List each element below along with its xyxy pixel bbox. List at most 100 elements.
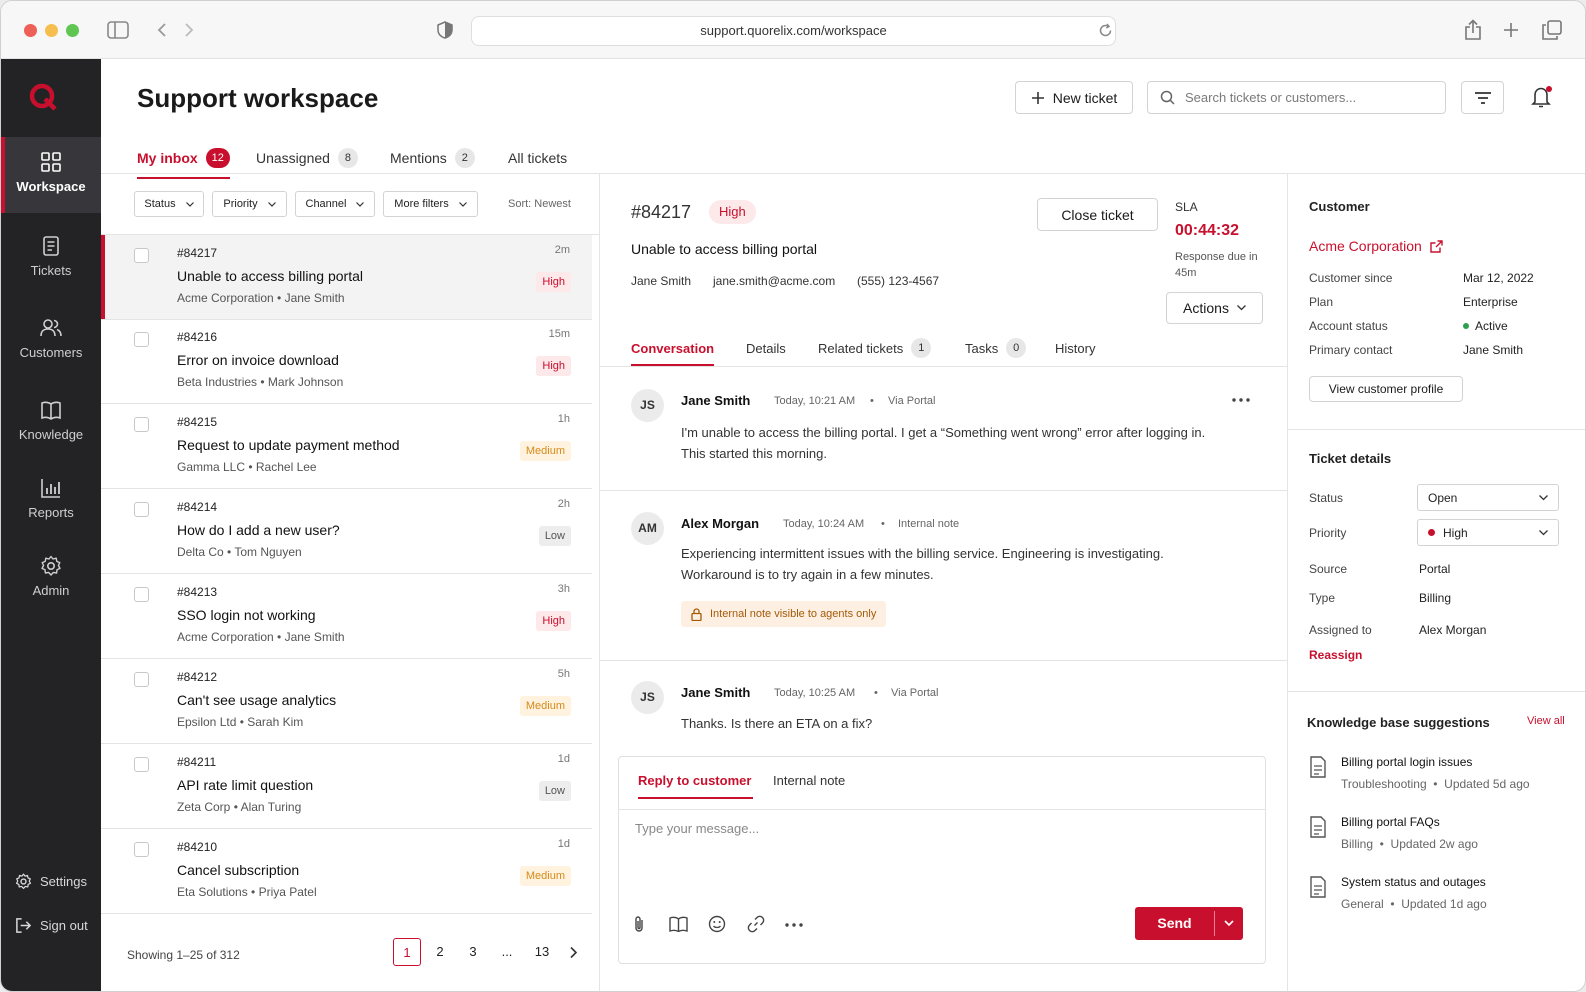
meta-separator: • — [874, 687, 878, 699]
tab-overview-icon[interactable] — [1542, 20, 1562, 40]
view-customer-profile-button[interactable]: View customer profile — [1309, 376, 1463, 402]
url-text: support.quorelix.com/workspace — [700, 23, 887, 38]
ticket-title: Request to update payment method — [177, 437, 400, 453]
tab-history[interactable]: History — [1055, 338, 1095, 358]
sort-selector[interactable]: Sort: Newest — [508, 198, 571, 210]
maximize-window-button[interactable] — [66, 24, 79, 37]
sidebar-item-workspace[interactable]: Workspace — [1, 137, 101, 213]
status-select[interactable]: Open — [1417, 484, 1559, 511]
close-window-button[interactable] — [24, 24, 37, 37]
close-ticket-button[interactable]: Close ticket — [1037, 198, 1158, 231]
tab-related-tickets[interactable]: Related tickets 1 — [818, 338, 932, 358]
ticket-row[interactable]: #84213 SSO login not working Acme Corpor… — [101, 574, 592, 659]
sidebar-item-knowledge[interactable]: Knowledge — [1, 385, 101, 461]
reassign-link[interactable]: Reassign — [1309, 648, 1362, 662]
ticket-row[interactable]: #84216 Error on invoice download Beta In… — [101, 319, 592, 404]
new-tab-icon[interactable] — [1503, 22, 1519, 38]
ticket-checkbox[interactable] — [134, 248, 149, 263]
message-textarea[interactable] — [635, 821, 1245, 881]
ticket-checkbox[interactable] — [134, 757, 149, 772]
ticket-checkbox[interactable] — [134, 587, 149, 602]
address-bar[interactable]: support.quorelix.com/workspace — [471, 16, 1116, 46]
page-3-button[interactable]: 3 — [459, 938, 487, 966]
app-sidebar: Workspace Tickets Customers Knowledge Re… — [1, 59, 101, 991]
document-icon — [43, 236, 59, 256]
more-options-icon[interactable] — [1232, 398, 1250, 402]
tab-mentions[interactable]: Mentions 2 — [390, 145, 475, 171]
ticket-row[interactable]: #84210 Cancel subscription Eta Solutions… — [101, 829, 592, 914]
sidebar-toggle-icon[interactable] — [107, 21, 129, 39]
tab-reply-to-customer[interactable]: Reply to customer — [638, 773, 754, 799]
notifications-button[interactable] — [1531, 85, 1553, 114]
priority-filter-dropdown[interactable]: Priority — [212, 191, 287, 217]
forward-icon[interactable] — [183, 22, 195, 38]
sign-out-link[interactable]: Sign out — [15, 917, 88, 934]
sidebar-item-tickets[interactable]: Tickets — [1, 221, 101, 297]
assignee-value: Alex Morgan — [1419, 623, 1487, 637]
search-box[interactable] — [1147, 81, 1446, 114]
priority-select[interactable]: High — [1417, 519, 1559, 546]
message-time: Today, 10:24 AM — [783, 518, 865, 530]
ticket-row[interactable]: #84212 Can't see usage analytics Epsilon… — [101, 659, 592, 744]
page-1-button[interactable]: 1 — [393, 938, 421, 966]
ticket-checkbox[interactable] — [134, 332, 149, 347]
channel-filter-dropdown[interactable]: Channel — [295, 191, 375, 217]
more-filters-dropdown[interactable]: More filters — [383, 191, 478, 217]
sidebar-item-admin[interactable]: Admin — [1, 541, 101, 617]
sign-out-label: Sign out — [40, 918, 88, 933]
ticket-row[interactable]: #84211 API rate limit question Zeta Corp… — [101, 744, 592, 829]
sidebar-item-customers[interactable]: Customers — [1, 303, 101, 379]
priority-badge: Medium — [519, 696, 571, 716]
page-13-button[interactable]: 13 — [528, 938, 556, 966]
more-tools-icon[interactable] — [785, 923, 803, 927]
ticket-row[interactable]: #84217 Unable to access billing portal A… — [101, 235, 592, 320]
ticket-row[interactable]: #84214 How do I add a new user? Delta Co… — [101, 489, 592, 574]
send-button[interactable]: Send — [1135, 907, 1243, 940]
tab-details[interactable]: Details — [746, 338, 786, 358]
tab-label: All tickets — [508, 150, 568, 166]
tab-all-tickets[interactable]: All tickets — [508, 145, 567, 171]
customer-name-link[interactable]: Acme Corporation — [1309, 238, 1443, 254]
minimize-window-button[interactable] — [45, 24, 58, 37]
tab-tasks[interactable]: Tasks 0 — [965, 338, 1027, 358]
share-icon[interactable] — [1464, 19, 1482, 41]
page-ellipsis: ... — [501, 944, 513, 959]
filter-button[interactable] — [1461, 81, 1504, 114]
tab-internal-note[interactable]: Internal note — [773, 773, 845, 788]
kb-heading: Knowledge base suggestions — [1307, 715, 1490, 730]
ticket-checkbox[interactable] — [134, 842, 149, 857]
link-icon[interactable] — [747, 915, 765, 933]
status-filter-dropdown[interactable]: Status — [134, 191, 204, 217]
tab-unassigned[interactable]: Unassigned 8 — [256, 145, 358, 171]
ticket-time: 5h — [557, 668, 570, 680]
reload-icon[interactable] — [1098, 23, 1113, 38]
field-label: Priority — [1309, 526, 1347, 540]
back-icon[interactable] — [156, 22, 168, 38]
contact-email[interactable]: jane.smith@acme.com — [713, 274, 835, 288]
knowledge-book-icon[interactable] — [669, 916, 688, 932]
ticket-checkbox[interactable] — [134, 672, 149, 687]
ticket-checkbox[interactable] — [134, 502, 149, 517]
plan-value: Enterprise — [1463, 295, 1518, 309]
tab-my-inbox[interactable]: My inbox 12 — [137, 145, 230, 179]
next-page-icon[interactable] — [569, 946, 578, 959]
attachment-icon[interactable] — [632, 915, 646, 933]
chevron-down-icon — [1236, 305, 1246, 311]
ticket-checkbox[interactable] — [134, 417, 149, 432]
contact-phone[interactable]: (555) 123-4567 — [857, 274, 939, 288]
new-ticket-button[interactable]: New ticket — [1015, 81, 1133, 114]
kb-view-all-link[interactable]: View all — [1527, 715, 1565, 727]
shield-icon[interactable] — [437, 21, 453, 39]
emoji-icon[interactable] — [708, 915, 726, 933]
page-2-button[interactable]: 2 — [426, 938, 454, 966]
quorelix-logo-icon[interactable] — [28, 82, 58, 112]
actions-dropdown[interactable]: Actions — [1166, 292, 1263, 324]
tab-conversation[interactable]: Conversation — [631, 338, 715, 366]
send-options-chevron-icon[interactable] — [1224, 920, 1234, 927]
search-input[interactable] — [1185, 90, 1425, 105]
settings-link[interactable]: Settings — [15, 873, 87, 890]
sidebar-item-reports[interactable]: Reports — [1, 463, 101, 539]
ticket-row[interactable]: #84215 Request to update payment method … — [101, 404, 592, 489]
ticket-customer: Gamma LLC • Rachel Lee — [177, 460, 317, 474]
reply-composer: Reply to customer Internal note Send — [618, 756, 1266, 964]
